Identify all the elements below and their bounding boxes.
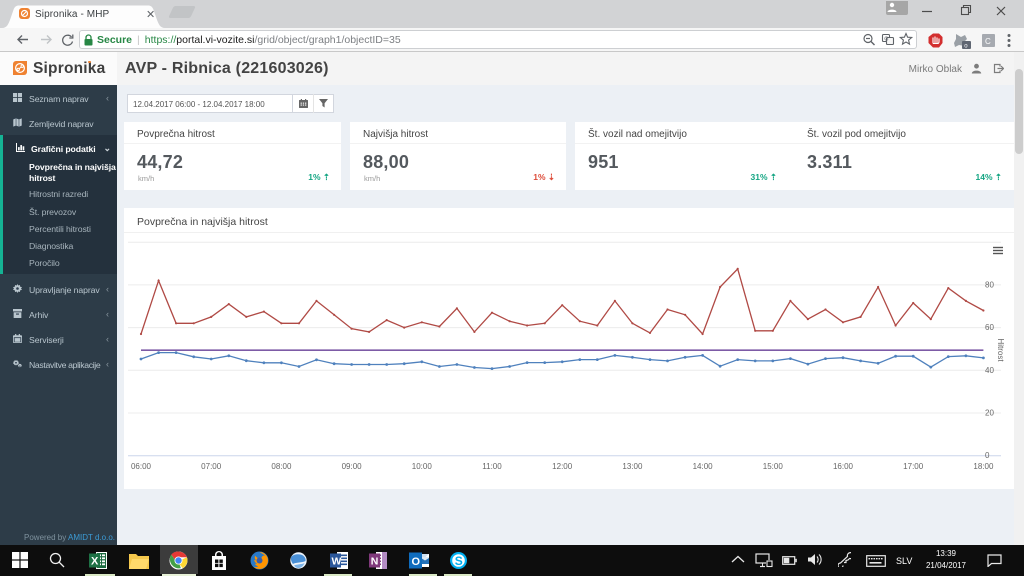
svg-text:80: 80 [985,280,994,289]
svg-text:06:00: 06:00 [131,462,152,471]
svg-text:12:00: 12:00 [552,462,573,471]
svg-text:20: 20 [985,409,994,418]
svg-text:10:00: 10:00 [412,462,433,471]
svg-text:11:00: 11:00 [482,462,502,471]
svg-text:G: G [884,37,888,43]
svg-text:W: W [332,556,342,568]
svg-text:09:00: 09:00 [342,462,363,471]
svg-text:18:00: 18:00 [973,462,994,471]
svg-text:X: X [91,556,99,568]
svg-text:60: 60 [985,323,994,332]
svg-text:13:00: 13:00 [622,462,643,471]
svg-text:0: 0 [985,451,990,460]
svg-text:16:00: 16:00 [833,462,854,471]
svg-text:08:00: 08:00 [271,462,292,471]
svg-text:C: C [985,36,991,45]
svg-text:40: 40 [985,366,994,375]
svg-text:O: O [412,556,421,568]
svg-text:N: N [371,556,379,568]
svg-text:07:00: 07:00 [201,462,222,471]
svg-text:14:00: 14:00 [693,462,714,471]
svg-text:15:00: 15:00 [763,462,784,471]
svg-text:Hitrost: Hitrost [996,338,1005,362]
svg-text:S: S [455,554,463,568]
svg-text:17:00: 17:00 [903,462,924,471]
